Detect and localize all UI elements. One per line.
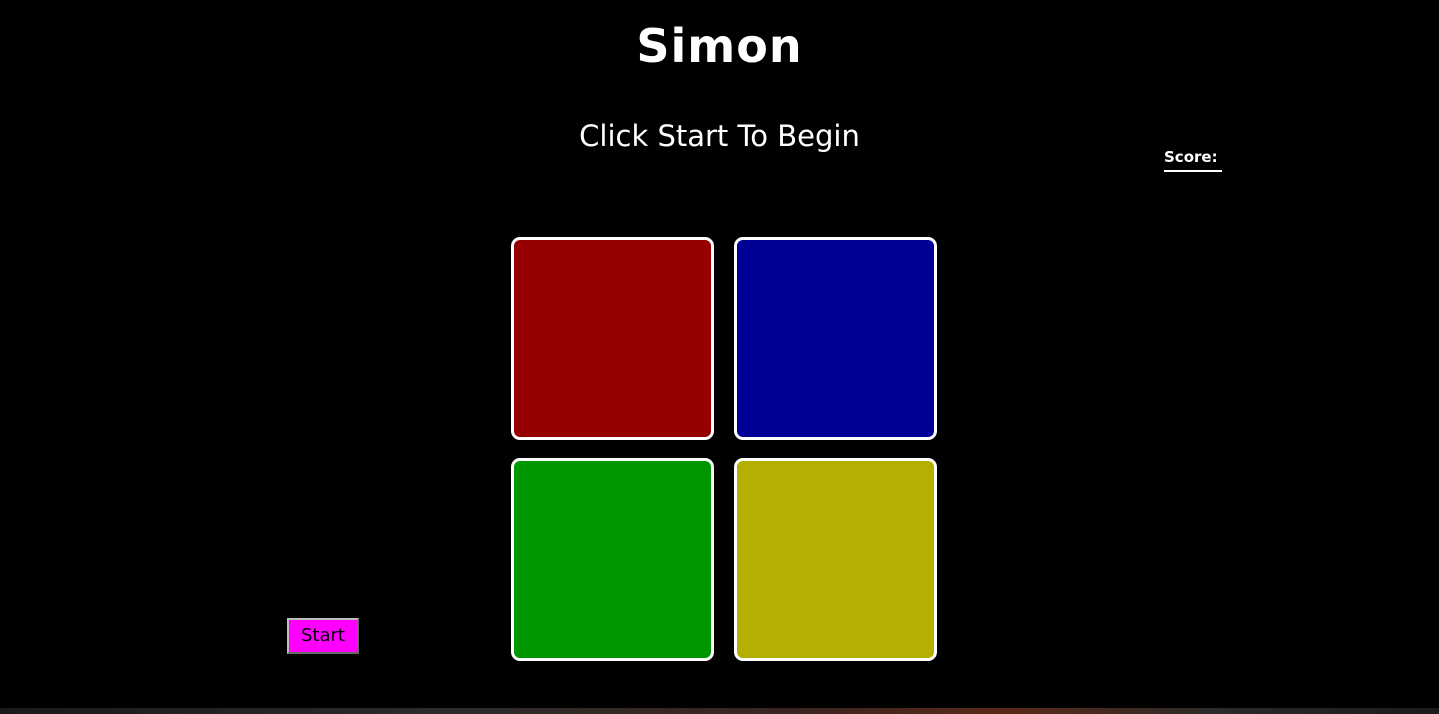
background-image-strip [0, 708, 1439, 714]
start-button[interactable]: Start [287, 618, 359, 654]
game-title: Simon [636, 19, 803, 73]
green-pad[interactable] [511, 458, 714, 661]
score-display: Score: [1164, 146, 1222, 172]
blue-pad[interactable] [734, 237, 937, 440]
red-pad[interactable] [511, 237, 714, 440]
yellow-pad[interactable] [734, 458, 937, 661]
score-label: Score: [1164, 148, 1218, 166]
status-message: Click Start To Begin [579, 119, 860, 153]
